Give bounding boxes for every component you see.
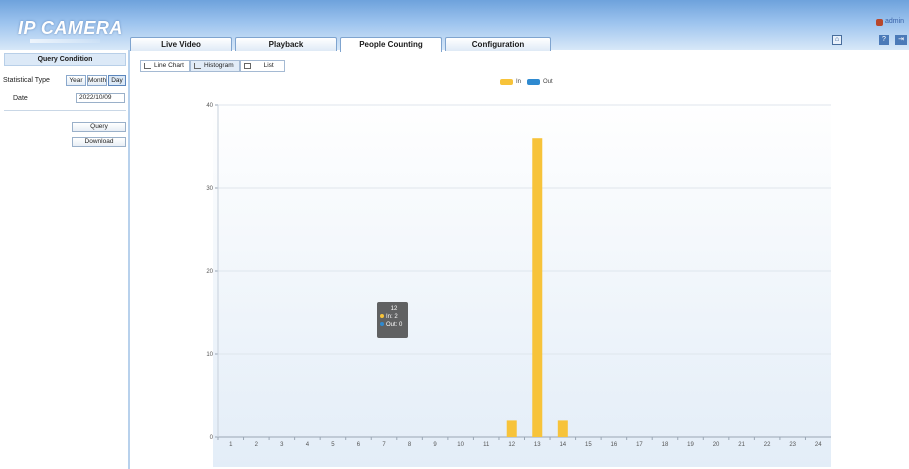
user-icon (876, 19, 883, 26)
tab-people-counting[interactable]: People Counting (340, 37, 442, 52)
tooltip-out-dot (380, 322, 384, 326)
x-tick-label: 15 (585, 442, 592, 448)
query-button[interactable]: Query (72, 122, 126, 132)
x-tick-label: 23 (789, 442, 796, 448)
home-icon[interactable]: ⌂ (832, 35, 842, 45)
logout-icon[interactable]: ⇥ (895, 35, 907, 45)
stat-day-button[interactable]: Day (108, 75, 126, 86)
x-tick-label: 5 (331, 442, 335, 448)
tooltip-in-text: In: 2 (386, 314, 398, 320)
y-tick-label: 40 (206, 103, 213, 109)
x-tick-label: 20 (713, 442, 720, 448)
user-name[interactable]: admin (885, 18, 904, 25)
help-icon[interactable]: ? (879, 35, 889, 45)
y-tick-label: 0 (210, 435, 214, 441)
histogram-chart: 0102030401 2 3 4 5 6 7 8 9 10 11 12 13 14 15 16 17 18 19 20… (206, 103, 831, 448)
download-button[interactable]: Download (72, 137, 126, 147)
main-tabs: Live Video Playback People Counting Conf… (130, 37, 554, 52)
x-tick-label: 22 (764, 442, 771, 448)
x-tick-label: 4 (306, 442, 310, 448)
x-tick-label: 8 (408, 442, 412, 448)
x-tick-label: 10 (457, 442, 464, 448)
tooltip-out-text: Out: 0 (386, 322, 403, 328)
app-logo: IP CAMERA (18, 18, 123, 38)
x-tick-label: 6 (357, 442, 361, 448)
query-sidebar: Query Condition (0, 50, 130, 469)
x-tick-label: 13 (534, 442, 541, 448)
x-tick-label: 9 (433, 442, 437, 448)
logo-underline (30, 39, 100, 43)
x-tick-label: 17 (636, 442, 643, 448)
x-tick-label: 14 (559, 442, 566, 448)
stat-year-button[interactable]: Year (66, 75, 86, 86)
y-tick-label: 20 (206, 269, 213, 275)
tab-playback[interactable]: Playback (235, 37, 337, 51)
x-tick-label: 18 (662, 442, 669, 448)
date-field[interactable]: 2022/10/09 (76, 93, 125, 103)
x-tick-label: 21 (738, 442, 745, 448)
chart-tooltip: 12 In: 2 Out: 0 (377, 302, 408, 338)
app-header: IP CAMERA Live Video Playback People Cou… (0, 0, 909, 52)
bar-in (506, 420, 517, 437)
tooltip-out-row: Out: 0 (380, 321, 408, 329)
tab-live-video[interactable]: Live Video (130, 37, 232, 51)
x-tick-label: 11 (483, 442, 490, 448)
tab-configuration[interactable]: Configuration (445, 37, 551, 51)
x-tick-label: 1 (229, 442, 233, 448)
query-condition-title: Query Condition (4, 53, 126, 66)
statistical-type-label: Statistical Type (3, 77, 50, 84)
tooltip-title: 12 (390, 306, 398, 312)
date-label: Date (13, 95, 28, 102)
y-tick-label: 10 (206, 352, 213, 358)
y-tick-label: 30 (206, 186, 213, 192)
x-tick-label: 19 (687, 442, 694, 448)
x-tick-label: 3 (280, 442, 284, 448)
stat-month-button[interactable]: Month (87, 75, 107, 86)
chart-panel: Line Chart Histogram List In Out 0 10 20 30… (133, 52, 909, 469)
x-tick-label: 16 (611, 442, 618, 448)
sidebar-divider (4, 110, 126, 111)
tooltip-in-dot (380, 314, 384, 318)
x-tick-label: 2 (255, 442, 259, 448)
bar-in (557, 420, 568, 437)
tooltip-in-row: In: 2 (380, 313, 408, 321)
x-tick-label: 12 (508, 442, 515, 448)
bar-in (532, 138, 543, 437)
x-tick-label: 7 (382, 442, 386, 448)
x-tick-label: 24 (815, 442, 822, 448)
